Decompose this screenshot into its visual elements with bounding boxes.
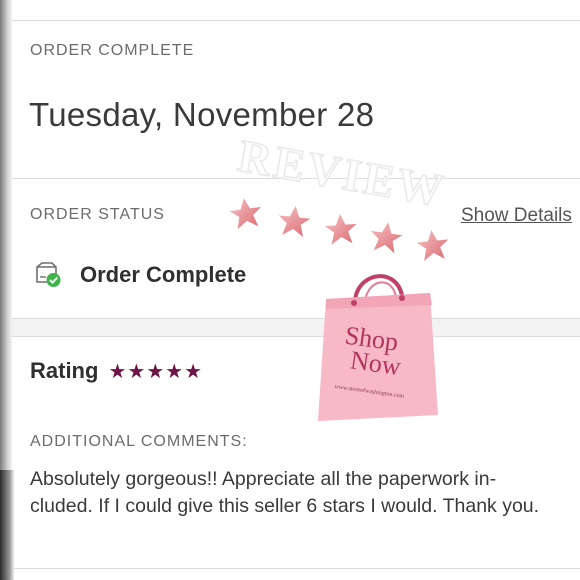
review-watermark-text: REVIEW: [234, 140, 449, 216]
divider-status-bottom: [12, 336, 580, 337]
section-gap-band: [12, 318, 580, 336]
shop-now-bag-icon: Shop Now www.storeofwashington.com: [318, 274, 438, 421]
rating-stars: ★★★★★: [108, 360, 204, 383]
left-edge-shadow-dark: [0, 470, 14, 580]
rating-row: Rating ★★★★★: [30, 358, 203, 384]
order-status-heading: ORDER STATUS: [30, 206, 165, 223]
sticker-star-5: [416, 230, 449, 262]
order-status-row: Order Complete: [34, 262, 246, 288]
sticker-star-2: [278, 206, 311, 238]
review-comment-text: Absolutely gorgeous!! Appreciate all the…: [30, 468, 540, 517]
show-details-link[interactable]: Show Details: [461, 205, 572, 227]
order-screenshot: ORDER COMPLETE Tuesday, November 28 ORDE…: [0, 0, 580, 580]
order-complete-heading: ORDER COMPLETE: [30, 42, 195, 59]
order-status-text: Order Complete: [80, 262, 247, 287]
bottom-divider: [12, 568, 580, 569]
top-divider: [12, 20, 580, 21]
sticker-star-4: [370, 222, 403, 254]
divider-status-top: [12, 318, 580, 319]
package-check-icon: [34, 262, 62, 288]
review-sticker: REVIEW: [229, 140, 451, 262]
additional-comments-heading: ADDITIONAL COMMENTS:: [30, 433, 248, 450]
order-date: Tuesday, November 28: [29, 96, 375, 133]
rating-label: Rating: [30, 358, 99, 383]
sticker-star-3: [324, 214, 357, 245]
sticker-star-1: [229, 198, 262, 230]
